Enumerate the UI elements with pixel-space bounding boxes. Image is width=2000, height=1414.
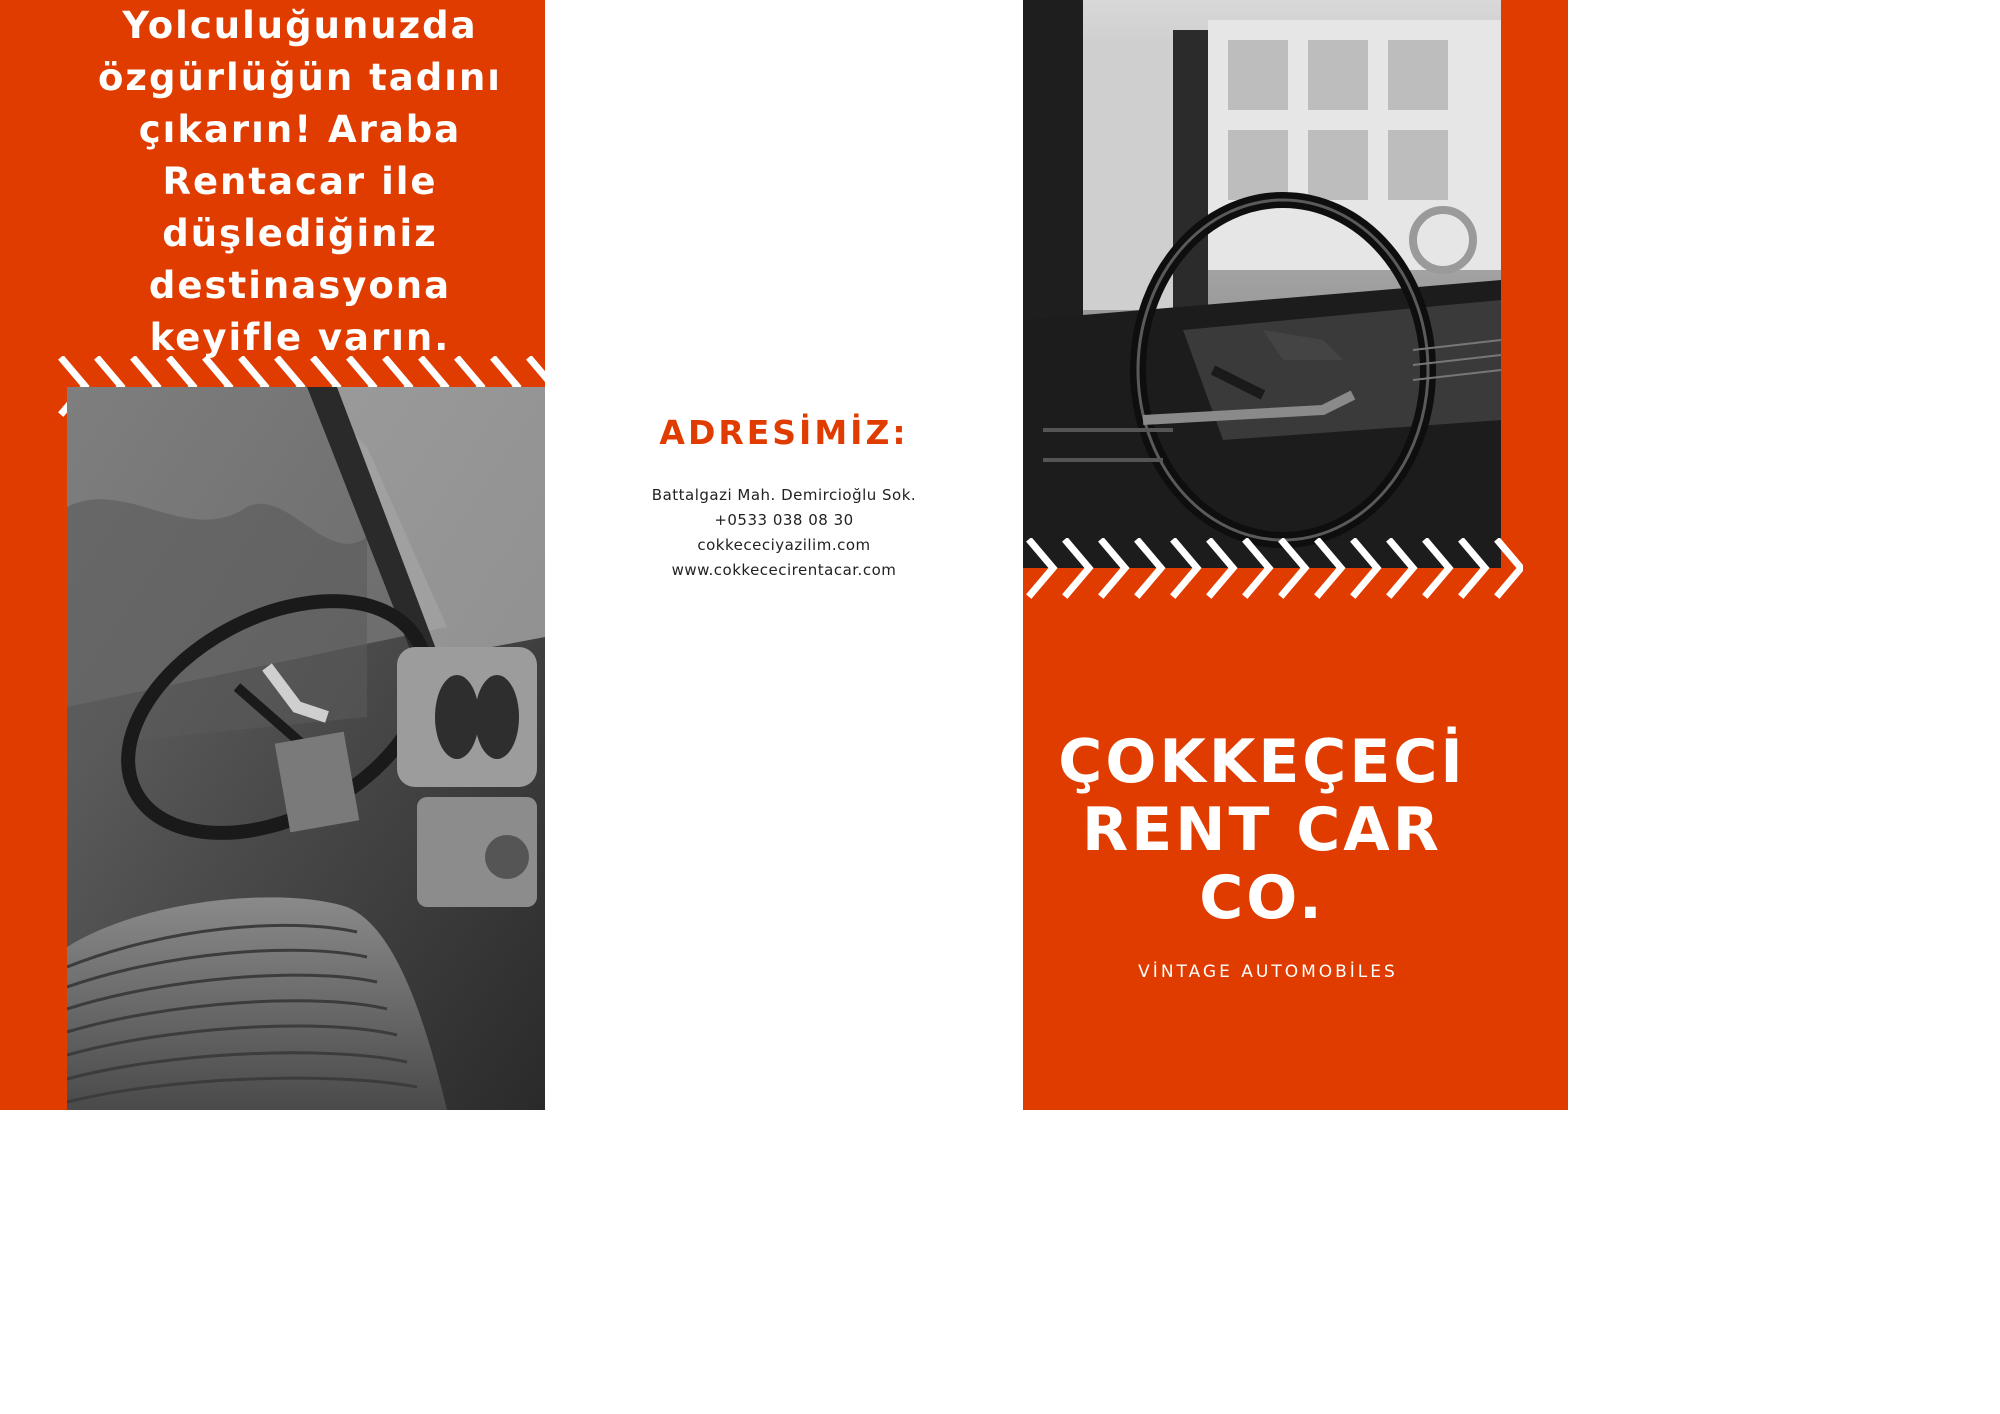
vintage-car-interior-photo — [67, 387, 545, 1110]
middle-panel: ADRESİMİZ: Battalgazi Mah. Demircioğlu S… — [545, 0, 1023, 1110]
contact-info: Battalgazi Mah. Demircioğlu Sok. +0533 0… — [545, 483, 1023, 583]
company-name: ÇOKKEÇECİ RENT CAR CO. — [1058, 727, 1466, 933]
email-line: cokkececiyazilim.com — [697, 536, 871, 554]
company-subtitle: VİNTAGE AUTOMOBİLES — [1138, 962, 1398, 982]
left-panel: Yolculuğunuzda özgürlüğün tadını çıkarın… — [0, 0, 545, 1110]
vintage-steering-wheel-photo — [1023, 0, 1501, 568]
website-line: www.cokkececirentacar.com — [671, 561, 897, 579]
phone-line: +0533 038 08 30 — [714, 511, 854, 529]
tagline: Yolculuğunuzda özgürlüğün tadını çıkarın… — [98, 4, 502, 359]
address-heading: ADRESİMİZ: — [659, 413, 909, 452]
right-panel: ÇOKKEÇECİ RENT CAR CO. VİNTAGE AUTOMOBİL… — [1023, 0, 1568, 1110]
chevron-divider-right — [1026, 538, 1523, 599]
address-line: Battalgazi Mah. Demircioğlu Sok. — [651, 486, 917, 504]
